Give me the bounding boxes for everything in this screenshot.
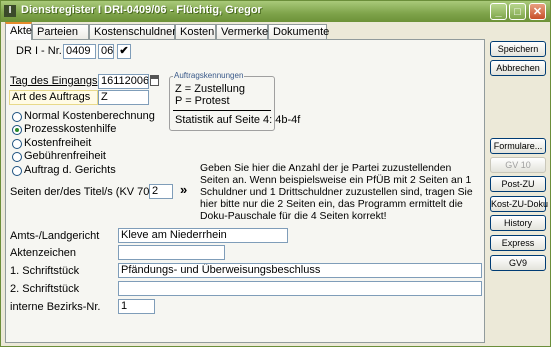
schriftstueck1-field[interactable]: Pfändungs- und Überweisungsbeschluss: [118, 263, 482, 278]
post-zu-button[interactable]: Post-ZU: [490, 176, 546, 192]
tab-kosten[interactable]: Kosten: [175, 24, 216, 39]
radio-button[interactable]: [12, 166, 22, 176]
bezirk-label: interne Bezirks-Nr.: [10, 301, 101, 313]
radio-button[interactable]: [12, 152, 22, 162]
express-button[interactable]: Express: [490, 235, 546, 251]
aktenzeichen-label: Aktenzeichen: [10, 247, 77, 259]
close-button[interactable]: ✕: [529, 3, 546, 20]
kost-zu-doku-button[interactable]: Kost-ZU-Doku: [490, 196, 548, 212]
dr-check-button[interactable]: ✔: [117, 44, 131, 59]
seiten-field[interactable]: 2: [149, 184, 173, 199]
schriftstueck1-label: 1. Schriftstück: [10, 265, 80, 277]
eingang-date-field[interactable]: 16112006: [98, 74, 149, 89]
schriftstueck2-field[interactable]: [118, 281, 482, 296]
radio-label: Auftrag d. Gerichts: [24, 164, 116, 176]
radio-label: Normal Kostenberechnung: [24, 110, 155, 122]
seiten-help-text: Geben Sie hier die Anzahl der je Partei …: [200, 163, 473, 222]
window-title: Dienstregister I DRI-0409/06 - Flüchtig,…: [21, 4, 262, 16]
app-icon: I: [4, 5, 16, 17]
seiten-label: Seiten der/des Titel/s (KV 700): [10, 186, 160, 198]
radio-label: Kostenfreiheit: [24, 137, 92, 149]
radio-label: Gebührenfreiheit: [24, 150, 106, 162]
speichern-button[interactable]: Speichern: [490, 41, 546, 57]
amtsgericht-field[interactable]: Kleve am Niederrhein: [118, 228, 288, 243]
dr-number-field[interactable]: 0409: [63, 44, 96, 59]
auftrag-label: Art des Auftrags: [9, 90, 98, 105]
tab-parteien[interactable]: Parteien: [32, 24, 89, 39]
calendar-icon[interactable]: [150, 75, 159, 86]
title-bar[interactable]: I Dienstregister I DRI-0409/06 - Flüchti…: [1, 1, 550, 22]
dr-number-label: DR I - Nr.: [16, 45, 62, 57]
radio-label: Prozesskostenhilfe: [24, 123, 117, 135]
tab-akte[interactable]: Akte: [5, 22, 32, 40]
amtsgericht-label: Amts-/Landgericht: [10, 230, 100, 242]
formulare-button[interactable]: Formulare...: [490, 138, 546, 154]
radio-button[interactable]: [12, 139, 22, 149]
aktenzeichen-field[interactable]: [118, 245, 225, 260]
dr-year-field[interactable]: 06: [98, 44, 114, 59]
radio-button[interactable]: [12, 112, 22, 122]
radio-button[interactable]: [12, 125, 22, 135]
auftrag-field[interactable]: Z: [98, 90, 149, 105]
tab-dokumente[interactable]: Dokumente: [268, 24, 329, 39]
tab-kostenschuldner[interactable]: Kostenschuldner: [89, 24, 176, 39]
kennung-p-text: P = Protest: [175, 95, 230, 107]
history-button[interactable]: History: [490, 215, 546, 231]
bezirk-field[interactable]: 1: [118, 299, 155, 314]
schriftstueck2-label: 2. Schriftstück: [10, 283, 80, 295]
minimize-button[interactable]: _: [490, 3, 507, 20]
gv10-button: GV 10: [490, 157, 546, 173]
maximize-button[interactable]: □: [509, 3, 526, 20]
tab-vermerke[interactable]: Vermerke: [216, 24, 268, 39]
double-arrow-icon: »: [180, 182, 188, 197]
eingang-label: Tag des Eingangs: [10, 75, 98, 87]
app-window: I Dienstregister I DRI-0409/06 - Flüchti…: [0, 0, 551, 347]
auftragskennungen-title: Auftragskennungen: [173, 71, 245, 80]
kennung-divider: [173, 110, 271, 111]
checkmark-icon: ✔: [119, 45, 129, 57]
kennung-z-text: Z = Zustellung: [175, 83, 246, 95]
statistik-text: Statistik auf Seite 4: 4b-4f: [175, 114, 301, 126]
abbrechen-button[interactable]: Abbrechen: [490, 60, 546, 76]
gv9-button[interactable]: GV9: [490, 255, 546, 271]
